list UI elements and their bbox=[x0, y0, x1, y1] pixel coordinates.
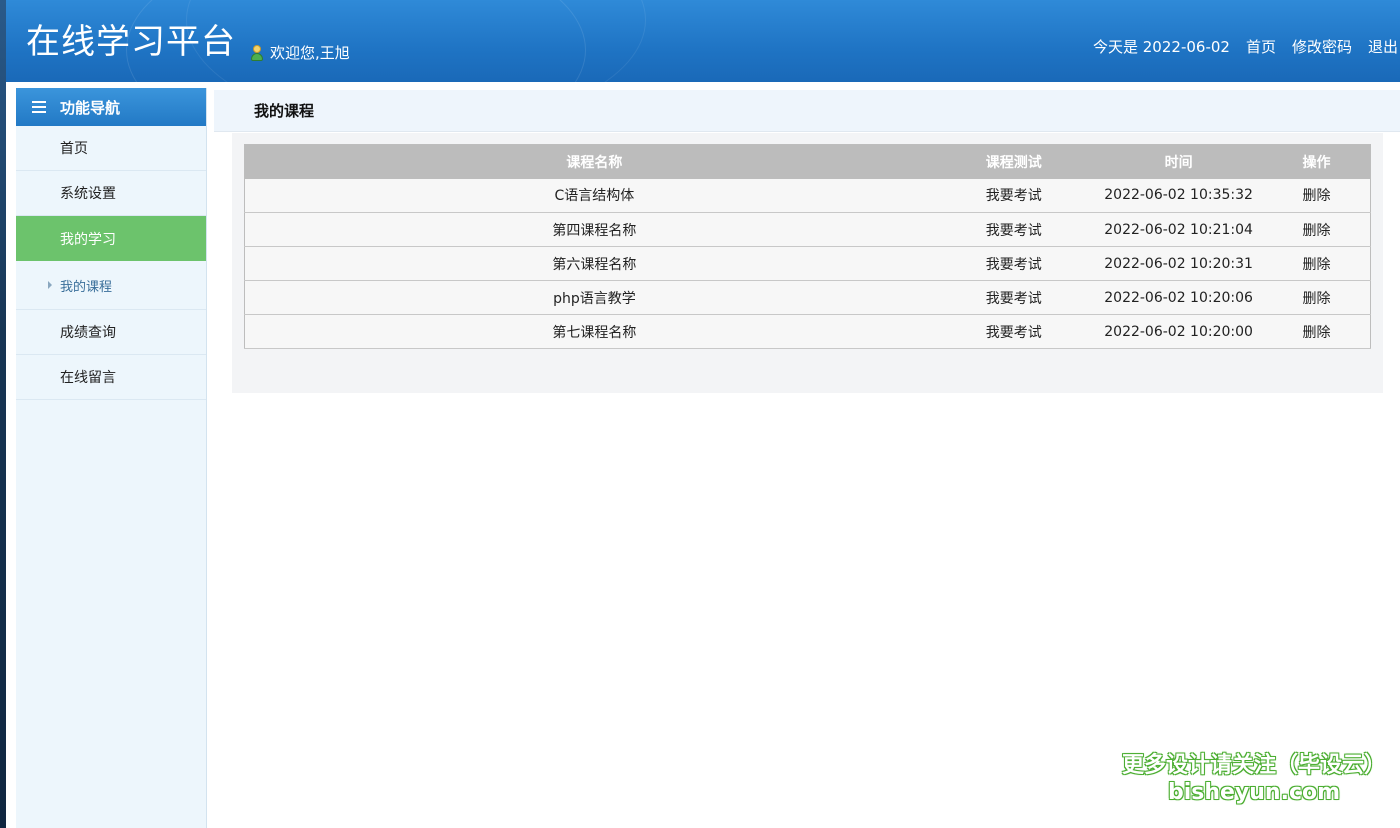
sidebar-item-my-study[interactable]: 我的学习 bbox=[16, 216, 206, 261]
app-window: 在线学习平台 欢迎您,王旭 今天是 2022-06-02 首页 修改密码 退出 … bbox=[6, 0, 1400, 828]
time-cell: 2022-06-02 10:20:06 bbox=[1083, 280, 1274, 315]
course-name-cell: 第七课程名称 bbox=[244, 314, 944, 349]
current-date: 今天是 2022-06-02 bbox=[1093, 38, 1230, 56]
column-header-action: 操作 bbox=[1273, 144, 1371, 179]
sidebar-item-label: 我的学习 bbox=[60, 231, 116, 248]
top-nav: 今天是 2022-06-02 首页 修改密码 退出 bbox=[1093, 36, 1400, 57]
sidebar-item-label: 系统设置 bbox=[60, 186, 116, 202]
watermark-line-2: bisheyun.com bbox=[1167, 780, 1341, 805]
time-cell: 2022-06-02 10:35:32 bbox=[1083, 178, 1274, 213]
content-panel: 课程名称 课程测试 时间 操作 C语言结构体 我要考试 2022-06-02 1… bbox=[232, 133, 1383, 393]
delete-link[interactable]: 删除 bbox=[1273, 246, 1371, 281]
table-row: php语言教学 我要考试 2022-06-02 10:20:06 删除 bbox=[244, 280, 1371, 315]
sidebar-item-label: 在线留言 bbox=[60, 370, 116, 386]
column-header-time: 时间 bbox=[1083, 144, 1274, 179]
welcome-message: 欢迎您,王旭 bbox=[250, 42, 350, 63]
sidebar-item-messages[interactable]: 在线留言 bbox=[16, 355, 206, 400]
delete-link[interactable]: 删除 bbox=[1273, 314, 1371, 349]
time-cell: 2022-06-02 10:20:00 bbox=[1083, 314, 1274, 349]
course-name-cell: 第四课程名称 bbox=[244, 212, 944, 247]
column-header-course-name: 课程名称 bbox=[244, 144, 944, 179]
sidebar-item-grades[interactable]: 成绩查询 bbox=[16, 310, 206, 355]
delete-link[interactable]: 删除 bbox=[1273, 178, 1371, 213]
table-row: 第四课程名称 我要考试 2022-06-02 10:21:04 删除 bbox=[244, 212, 1371, 247]
caret-right-icon bbox=[48, 281, 52, 289]
delete-link[interactable]: 删除 bbox=[1273, 280, 1371, 315]
sidebar-title: 功能导航 bbox=[60, 98, 121, 117]
watermark-line-1: 更多设计请关注（毕设云） bbox=[1121, 753, 1386, 778]
sidebar: 功能导航 首页 系统设置 我的学习 我的课程 成绩查询 在线留言 bbox=[16, 88, 207, 828]
sidebar-item-settings[interactable]: 系统设置 bbox=[16, 171, 206, 216]
top-nav-home-link[interactable]: 首页 bbox=[1246, 36, 1276, 57]
take-exam-link[interactable]: 我要考试 bbox=[943, 314, 1084, 349]
table-row: 第七课程名称 我要考试 2022-06-02 10:20:00 删除 bbox=[244, 314, 1371, 349]
header-decoration-2 bbox=[186, 0, 646, 82]
take-exam-link[interactable]: 我要考试 bbox=[943, 178, 1084, 213]
list-icon bbox=[32, 101, 46, 113]
take-exam-link[interactable]: 我要考试 bbox=[943, 212, 1084, 247]
take-exam-link[interactable]: 我要考试 bbox=[943, 280, 1084, 315]
table-row: 第六课程名称 我要考试 2022-06-02 10:20:31 删除 bbox=[244, 246, 1371, 281]
sidebar-subitem-label: 我的课程 bbox=[60, 279, 113, 295]
top-header: 在线学习平台 欢迎您,王旭 今天是 2022-06-02 首页 修改密码 退出 bbox=[6, 0, 1400, 82]
course-name-cell: php语言教学 bbox=[244, 280, 944, 315]
welcome-text: 欢迎您,王旭 bbox=[270, 44, 350, 62]
sidebar-item-label: 首页 bbox=[60, 141, 88, 157]
top-nav-change-password-link[interactable]: 修改密码 bbox=[1292, 36, 1352, 57]
sidebar-header: 功能导航 bbox=[16, 88, 206, 126]
take-exam-link[interactable]: 我要考试 bbox=[943, 246, 1084, 281]
column-header-course-test: 课程测试 bbox=[943, 144, 1084, 179]
table-header-row: 课程名称 课程测试 时间 操作 bbox=[244, 144, 1371, 179]
page-title: 我的课程 bbox=[214, 90, 1400, 132]
course-name-cell: C语言结构体 bbox=[244, 178, 944, 213]
sidebar-item-home[interactable]: 首页 bbox=[16, 126, 206, 171]
sidebar-item-label: 成绩查询 bbox=[60, 325, 116, 341]
user-icon bbox=[250, 44, 264, 61]
watermark: 更多设计请关注（毕设云） bisheyun.com bbox=[1114, 752, 1394, 806]
time-cell: 2022-06-02 10:20:31 bbox=[1083, 246, 1274, 281]
delete-link[interactable]: 删除 bbox=[1273, 212, 1371, 247]
time-cell: 2022-06-02 10:21:04 bbox=[1083, 212, 1274, 247]
site-logo: 在线学习平台 bbox=[26, 22, 236, 62]
sidebar-subitem-my-courses[interactable]: 我的课程 bbox=[16, 261, 206, 310]
top-nav-logout-link[interactable]: 退出 bbox=[1368, 36, 1398, 57]
course-name-cell: 第六课程名称 bbox=[244, 246, 944, 281]
course-table: 课程名称 课程测试 时间 操作 C语言结构体 我要考试 2022-06-02 1… bbox=[244, 144, 1371, 349]
table-row: C语言结构体 我要考试 2022-06-02 10:35:32 删除 bbox=[244, 178, 1371, 213]
